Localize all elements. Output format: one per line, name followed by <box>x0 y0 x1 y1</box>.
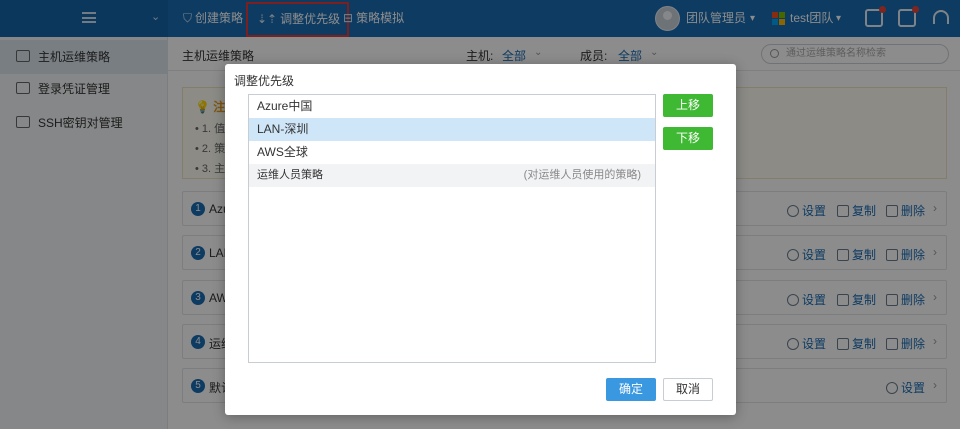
list-item[interactable]: AWS全球 <box>249 141 655 164</box>
group-label: 运维人员策略 <box>257 169 323 181</box>
adjust-priority-dialog: 调整优先级 Azure中国 LAN-深圳 AWS全球 运维人员策略 (对运维人员… <box>225 64 736 415</box>
list-item-label: AWS全球 <box>257 145 308 159</box>
dialog-title: 调整优先级 <box>234 74 295 88</box>
cancel-button[interactable]: 取消 <box>663 378 713 401</box>
group-note: (对运维人员使用的策略) <box>523 169 641 181</box>
confirm-button[interactable]: 确定 <box>606 378 656 401</box>
list-group-header: 运维人员策略 (对运维人员使用的策略) <box>249 164 655 187</box>
move-up-button[interactable]: 上移 <box>663 94 713 117</box>
list-item-selected[interactable]: LAN-深圳 <box>249 118 655 141</box>
priority-list: Azure中国 LAN-深圳 AWS全球 运维人员策略 (对运维人员使用的策略) <box>248 94 656 363</box>
list-item-label: Azure中国 <box>257 99 313 113</box>
list-item-label: LAN-深圳 <box>257 122 309 136</box>
list-item[interactable]: Azure中国 <box>249 95 655 118</box>
move-down-button[interactable]: 下移 <box>663 127 713 150</box>
